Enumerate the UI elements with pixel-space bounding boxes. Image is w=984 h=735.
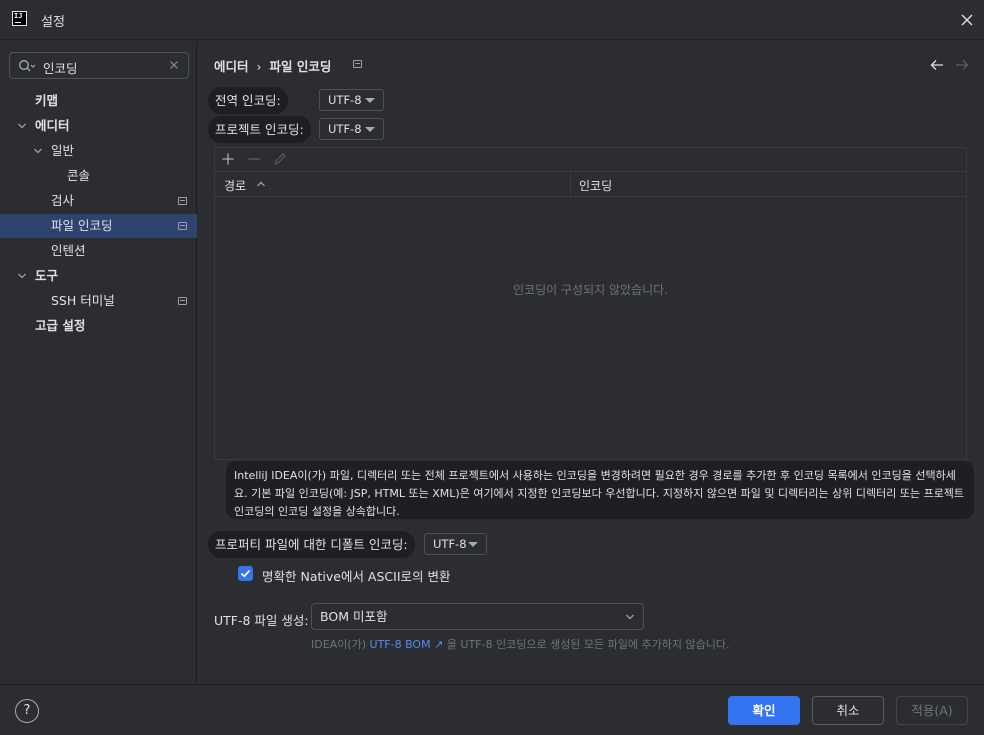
chevron-down-icon[interactable] bbox=[17, 271, 27, 281]
ok-button[interactable]: 확인 bbox=[728, 696, 800, 725]
sidebar-item-tools[interactable]: 도구 bbox=[0, 264, 197, 288]
breadcrumb-separator: › bbox=[256, 59, 262, 74]
bom-value: BOM 미포함 bbox=[320, 609, 388, 624]
sidebar-item-console[interactable]: 콘솔 bbox=[0, 164, 197, 188]
project-encoding-select[interactable]: UTF-8 bbox=[319, 118, 384, 140]
apply-button[interactable]: 적용(A) bbox=[896, 696, 968, 725]
info-text: IntelliJ IDEA이(가) 파일, 디렉터리 또는 전체 프로젝트에서 … bbox=[226, 461, 974, 519]
bom-hint: IDEA이(가) UTF-8 BOM ↗ 을 UTF-8 인코딩으로 생성된 모… bbox=[311, 636, 741, 653]
sidebar-item-label: 일반 bbox=[51, 143, 75, 158]
remove-icon[interactable] bbox=[247, 152, 261, 166]
forward-arrow-icon[interactable] bbox=[955, 59, 969, 71]
breadcrumb: 에디터 › 파일 인코딩 bbox=[214, 56, 331, 75]
sidebar-item-general[interactable]: 일반 bbox=[0, 139, 197, 163]
dropdown-arrow-icon bbox=[468, 542, 478, 547]
title-bar: IJ 설정 bbox=[0, 0, 984, 40]
encodings-table: 경로 인코딩 인코딩이 구성되지 않았습니다. bbox=[214, 147, 967, 460]
sidebar-item-label: 검사 bbox=[51, 193, 75, 208]
close-icon[interactable] bbox=[958, 11, 976, 29]
global-encoding-label: 전역 인코딩: bbox=[208, 87, 288, 114]
chevron-down-icon bbox=[626, 614, 634, 620]
sidebar-item-file-encodings[interactable]: 파일 인코딩 bbox=[0, 214, 197, 238]
cancel-button[interactable]: 취소 bbox=[812, 696, 884, 725]
clear-search-icon[interactable] bbox=[168, 59, 180, 71]
search-icon bbox=[19, 60, 36, 72]
native-ascii-checkbox[interactable] bbox=[238, 566, 253, 581]
properties-encoding-select[interactable]: UTF-8 bbox=[424, 533, 487, 555]
sidebar-item-label: SSH 터미널 bbox=[51, 293, 115, 308]
sidebar-item-editor[interactable]: 에디터 bbox=[0, 114, 197, 138]
utf8-bom-link[interactable]: UTF-8 BOM ↗ bbox=[370, 638, 444, 651]
bom-select[interactable]: BOM 미포함 bbox=[311, 603, 644, 630]
help-button[interactable]: ? bbox=[15, 699, 39, 723]
table-toolbar bbox=[215, 148, 966, 172]
checkmark-icon bbox=[240, 569, 251, 578]
native-ascii-label[interactable]: 명확한 Native에서 ASCII로의 변환 bbox=[262, 566, 450, 585]
project-settings-icon bbox=[353, 60, 362, 68]
bom-hint-prefix: IDEA이(가) bbox=[311, 638, 367, 651]
sidebar-item-advanced-settings[interactable]: 고급 설정 bbox=[0, 314, 197, 338]
breadcrumb-parent[interactable]: 에디터 bbox=[214, 56, 249, 75]
sidebar-item-intentions[interactable]: 인텐션 bbox=[0, 239, 197, 263]
bom-hint-suffix: 을 UTF-8 인코딩으로 생성된 모든 파일에 추가하지 않습니다. bbox=[446, 638, 730, 651]
project-settings-icon bbox=[178, 297, 187, 305]
table-empty-text: 인코딩이 구성되지 않았습니다. bbox=[513, 283, 668, 297]
column-header-path[interactable]: 경로 bbox=[224, 177, 246, 194]
search-input[interactable]: 인코딩 bbox=[9, 52, 189, 79]
sort-ascending-icon[interactable] bbox=[256, 180, 266, 188]
chevron-down-icon[interactable] bbox=[17, 121, 27, 131]
add-icon[interactable] bbox=[221, 152, 235, 166]
sidebar-item-label: 에디터 bbox=[35, 118, 70, 133]
sidebar-item-keymap[interactable]: 키맵 bbox=[0, 89, 197, 113]
project-settings-icon bbox=[178, 222, 187, 230]
column-divider[interactable] bbox=[570, 172, 571, 197]
dropdown-arrow-icon bbox=[365, 98, 375, 103]
sidebar-item-label: 도구 bbox=[35, 268, 59, 283]
project-settings-icon bbox=[178, 197, 187, 205]
sidebar-item-label: 키맵 bbox=[35, 93, 59, 108]
project-encoding-value: UTF-8 bbox=[328, 122, 362, 136]
global-encoding-select[interactable]: UTF-8 bbox=[319, 89, 384, 111]
edit-icon[interactable] bbox=[273, 152, 287, 166]
settings-sidebar: 인코딩 키맵 에디터 일반 콘솔 검사 파일 인코딩 인텐션 도구 SSH 터미… bbox=[0, 41, 197, 684]
back-arrow-icon[interactable] bbox=[930, 59, 944, 71]
sidebar-item-label: 파일 인코딩 bbox=[51, 218, 113, 233]
dialog-footer: ? 확인 취소 적용(A) bbox=[0, 684, 984, 735]
properties-encoding-label: 프로퍼티 파일에 대한 디폴트 인코딩: bbox=[208, 531, 415, 558]
sidebar-item-label: 인텐션 bbox=[51, 243, 86, 258]
dropdown-arrow-icon bbox=[365, 127, 375, 132]
column-header-encoding[interactable]: 인코딩 bbox=[579, 177, 612, 194]
intellij-logo-icon: IJ bbox=[12, 11, 27, 26]
sidebar-item-inspections[interactable]: 검사 bbox=[0, 189, 197, 213]
settings-content: 에디터 › 파일 인코딩 전역 인코딩: UTF-8 프로젝트 인코딩: UTF-8… bbox=[198, 41, 984, 684]
sidebar-item-label: 고급 설정 bbox=[35, 318, 86, 333]
breadcrumb-current: 파일 인코딩 bbox=[269, 59, 332, 74]
window-title: 설정 bbox=[41, 15, 65, 30]
search-value: 인코딩 bbox=[43, 61, 78, 76]
sidebar-item-label: 콘솔 bbox=[67, 168, 91, 183]
utf8-files-label: UTF-8 파일 생성: bbox=[214, 613, 309, 628]
global-encoding-value: UTF-8 bbox=[328, 93, 362, 107]
project-encoding-label: 프로젝트 인코딩: bbox=[208, 116, 311, 143]
properties-encoding-value: UTF-8 bbox=[433, 537, 467, 551]
table-header: 경로 인코딩 bbox=[215, 172, 966, 197]
chevron-down-icon[interactable] bbox=[33, 146, 43, 156]
sidebar-item-ssh-terminal[interactable]: SSH 터미널 bbox=[0, 289, 197, 313]
